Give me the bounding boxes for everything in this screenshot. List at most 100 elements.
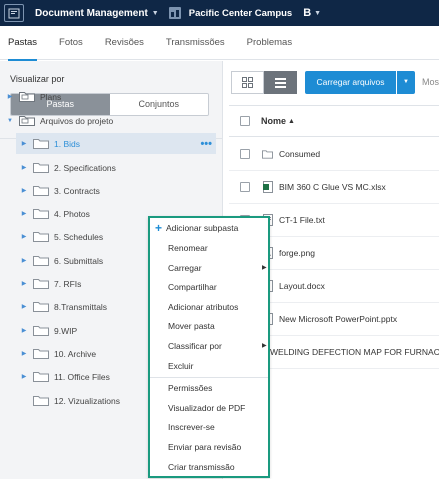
folder-icon (33, 395, 49, 406)
caret-right-icon[interactable]: ▶ (20, 280, 28, 287)
menu-item-label: Permissões (168, 383, 213, 393)
more-options-icon[interactable]: ••• (200, 138, 212, 150)
tree-item-label: 10. Archive (54, 348, 97, 359)
tree-item-label: 1. Bids (54, 138, 80, 149)
menu-item[interactable]: Adicionar atributos (168, 302, 238, 312)
tree-item[interactable]: ▶ 1. Bids ••• (16, 133, 216, 154)
folder-icon (33, 185, 49, 196)
tree-item-label: 3. Contracts (54, 185, 100, 196)
plans-folder-icon (19, 91, 35, 102)
file-name[interactable]: CT-1 File.txt (279, 215, 325, 225)
upload-control: Carregar arquivos ▼ (305, 71, 415, 94)
tree-item-label: 2. Specifications (54, 162, 116, 173)
menu-item[interactable]: Permissões (168, 383, 212, 393)
view-by-label: Visualizar por (10, 74, 65, 84)
row-checkbox[interactable] (240, 149, 250, 159)
tree-item[interactable]: ▶ Plans (0, 86, 222, 107)
tab-problemas[interactable]: Problemas (247, 26, 292, 60)
file-name[interactable]: Consumed (279, 149, 320, 159)
menu-item-add-subfolder[interactable]: + Adicionar subpasta (155, 221, 239, 235)
tree-item[interactable]: ▼ Arquivos do projeto (0, 110, 222, 131)
project-icon (167, 5, 183, 21)
menu-item[interactable]: Renomear (168, 243, 208, 253)
show-label[interactable]: Mos (422, 77, 439, 87)
menu-item-label: Criar transmissão (168, 461, 235, 472)
folder-icon (33, 208, 49, 219)
menu-item-label: Enviar para revisão (168, 442, 242, 453)
folder-icon (33, 278, 49, 289)
file-name[interactable]: forge.png (279, 248, 315, 258)
submenu-arrow-icon: ▶ (262, 343, 267, 349)
tree-item-label: 9.WIP (54, 325, 78, 336)
menu-item-label: Carregar (168, 262, 202, 273)
tab-transmissoes[interactable]: Transmissões (166, 26, 225, 60)
menu-item-label: Excluir (168, 360, 194, 371)
caret-down-icon[interactable]: ▼ (6, 118, 14, 124)
chevron-down-icon[interactable]: ▼ (152, 10, 159, 17)
menu-item-label: Adicionar atributos (168, 301, 239, 312)
tree-item[interactable]: ▶ 3. Contracts (0, 180, 222, 201)
file-row[interactable]: BIM 360 C Glue VS MC.xlsx (229, 171, 439, 204)
caret-right-icon[interactable]: ▶ (20, 373, 28, 380)
grid-view-button[interactable] (231, 71, 264, 94)
menu-item[interactable]: Enviar para revisão (168, 442, 241, 452)
tree-item-label: 5. Schedules (54, 231, 104, 242)
project-files-folder-icon (19, 115, 35, 126)
app-title[interactable]: Document Management (35, 8, 148, 19)
caret-right-icon[interactable]: ▶ (20, 257, 28, 264)
caret-right-icon[interactable]: ▶ (20, 327, 28, 334)
row-checkbox[interactable] (240, 182, 250, 192)
file-row[interactable]: Consumed (229, 138, 439, 171)
caret-right-icon[interactable]: ▶ (20, 140, 28, 147)
folder-icon (33, 325, 49, 336)
menu-item[interactable]: Carregar ▶ (168, 262, 267, 273)
folder-icon (33, 162, 49, 173)
list-view-button[interactable] (264, 71, 297, 94)
menu-item-label: Mover pasta (168, 321, 215, 332)
file-name[interactable]: BIM 360 C Glue VS MC.xlsx (279, 182, 386, 192)
tree-item-label: 11. Office Files (54, 371, 110, 382)
plus-icon: + (155, 221, 163, 235)
menu-item[interactable]: Visualizador de PDF (168, 403, 245, 413)
folder-icon (33, 371, 49, 382)
project-name[interactable]: Pacific Center Campus (189, 8, 292, 19)
folder-icon (33, 255, 49, 266)
folder-icon (33, 138, 49, 149)
brand-logo[interactable]: B (303, 7, 311, 19)
caret-right-icon[interactable]: ▶ (20, 303, 28, 310)
menu-item[interactable]: Criar transmissão (168, 462, 235, 472)
caret-right-icon[interactable]: ▶ (6, 93, 14, 100)
app-logo-icon[interactable] (4, 4, 24, 22)
file-name[interactable]: Layout.docx (279, 281, 325, 291)
caret-right-icon[interactable]: ▶ (20, 187, 28, 194)
menu-item[interactable]: Compartilhar (168, 282, 217, 292)
chevron-down-icon[interactable]: ▼ (314, 10, 321, 17)
top-bar: Document Management ▼ Pacific Center Cam… (0, 0, 439, 26)
folder-icon (33, 231, 49, 242)
folder-icon (262, 148, 273, 160)
caret-right-icon[interactable]: ▶ (20, 350, 28, 357)
menu-item[interactable]: Classificar por ▶ (168, 341, 267, 351)
caret-right-icon[interactable]: ▶ (20, 233, 28, 240)
sort-ascending-icon[interactable]: ▲ (288, 118, 295, 125)
menu-item[interactable]: Mover pasta (168, 321, 215, 331)
tab-revisoes[interactable]: Revisões (105, 26, 144, 60)
name-column-header[interactable]: Nome (261, 116, 286, 126)
tree-item[interactable]: ▶ 2. Specifications (0, 157, 222, 178)
upload-files-button[interactable]: Carregar arquivos (305, 71, 396, 94)
file-name[interactable]: WELDING DEFECTION MAP FOR FURNAC (270, 347, 439, 357)
menu-item-label: Adicionar subpasta (166, 223, 239, 233)
tab-fotos[interactable]: Fotos (59, 26, 83, 60)
file-name[interactable]: New Microsoft PowerPoint.pptx (279, 314, 397, 324)
folder-icon (33, 348, 49, 359)
caret-right-icon[interactable]: ▶ (20, 210, 28, 217)
menu-item[interactable]: Excluir (168, 361, 194, 371)
menu-item-label: Classificar por (168, 341, 222, 351)
caret-right-icon[interactable]: ▶ (20, 164, 28, 171)
select-all-checkbox[interactable] (240, 116, 250, 126)
chevron-down-icon: ▼ (403, 79, 409, 85)
menu-item[interactable]: Inscrever-se (168, 422, 215, 432)
upload-dropdown-button[interactable]: ▼ (397, 71, 415, 94)
folder-icon (33, 301, 49, 312)
tab-pastas[interactable]: Pastas (8, 26, 38, 61)
